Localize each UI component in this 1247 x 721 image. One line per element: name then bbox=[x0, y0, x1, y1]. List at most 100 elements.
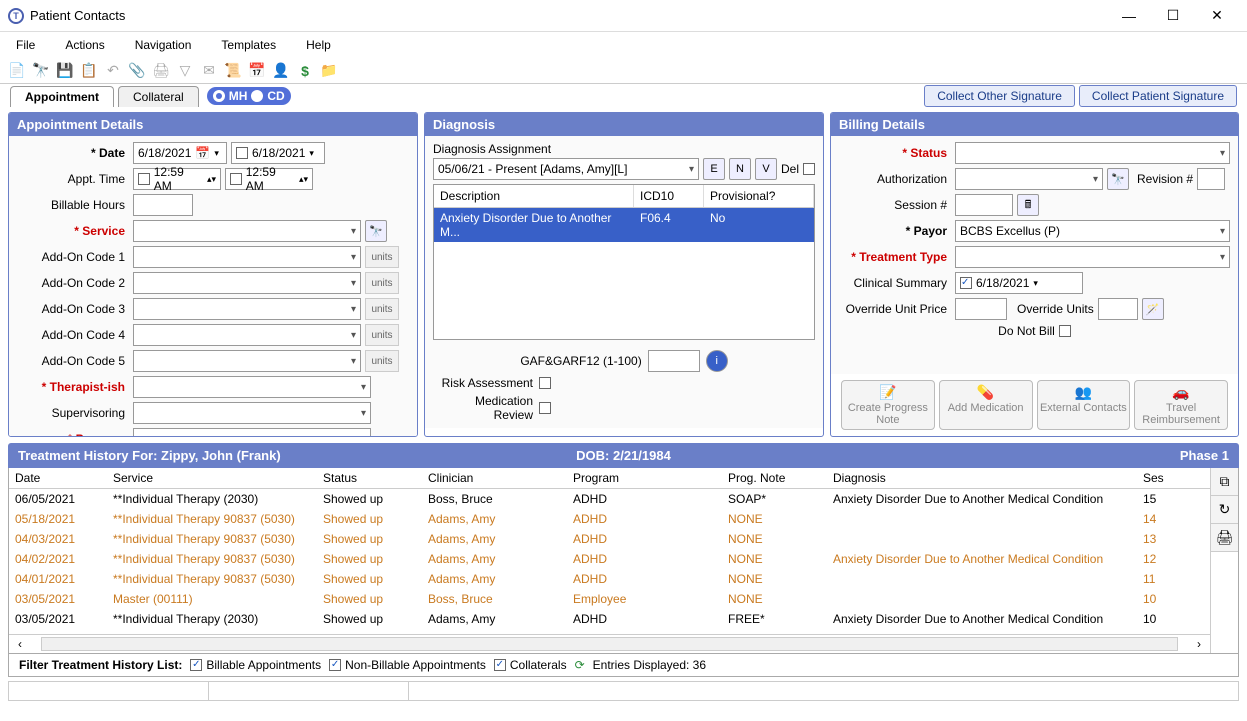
treatment-type-dropdown[interactable] bbox=[955, 246, 1230, 268]
tab-collateral[interactable]: Collateral bbox=[118, 86, 199, 107]
hist-col-program[interactable]: Program bbox=[567, 468, 722, 488]
user-search-icon[interactable]: 👤 bbox=[272, 62, 290, 80]
date-from-input[interactable]: 6/18/2021📅▾ bbox=[133, 142, 227, 164]
table-row[interactable]: 03/05/2021Master (00111)Showed upBoss, B… bbox=[9, 589, 1210, 609]
minimize-button[interactable]: — bbox=[1107, 2, 1151, 30]
authorization-dropdown[interactable] bbox=[955, 168, 1103, 190]
session-input[interactable] bbox=[955, 194, 1013, 216]
copy-icon[interactable]: 📋 bbox=[80, 62, 98, 80]
table-row[interactable]: 04/03/2021**Individual Therapy 90837 (50… bbox=[9, 529, 1210, 549]
date-to-input[interactable]: 6/18/2021▾ bbox=[231, 142, 325, 164]
table-row[interactable]: 02/24/2021Webinar Example (13579)Showed … bbox=[9, 629, 1210, 634]
risk-assessment-checkbox[interactable] bbox=[539, 377, 551, 389]
table-row[interactable]: 06/05/2021**Individual Therapy (2030)Sho… bbox=[9, 489, 1210, 509]
addon2-dropdown[interactable] bbox=[133, 272, 361, 294]
table-row[interactable]: 03/05/2021**Individual Therapy (2030)Sho… bbox=[9, 609, 1210, 629]
attach-icon[interactable]: 📎 bbox=[128, 62, 146, 80]
radio-cd[interactable] bbox=[251, 90, 263, 102]
service-dropdown[interactable] bbox=[133, 220, 361, 242]
service-search-icon[interactable]: 🔭 bbox=[365, 220, 387, 242]
addon2-units[interactable]: units bbox=[365, 272, 399, 294]
summary-checkbox[interactable]: ✓ bbox=[960, 277, 972, 289]
diagnosis-del-checkbox[interactable] bbox=[803, 163, 815, 175]
time-from-checkbox[interactable] bbox=[138, 173, 150, 185]
date-to-checkbox[interactable] bbox=[236, 147, 248, 159]
hist-col-session[interactable]: Ses bbox=[1137, 468, 1175, 488]
table-row[interactable]: 05/18/2021**Individual Therapy 90837 (50… bbox=[9, 509, 1210, 529]
diag-col-description[interactable]: Description bbox=[434, 185, 634, 207]
mail-icon[interactable]: ✉ bbox=[200, 62, 218, 80]
override-wand-icon[interactable]: 🪄 bbox=[1142, 298, 1164, 320]
undo-icon[interactable]: ↶ bbox=[104, 62, 122, 80]
history-copy-icon[interactable]: ⧉ bbox=[1211, 468, 1238, 496]
gaf-info-icon[interactable]: i bbox=[706, 350, 728, 372]
save-icon[interactable]: 💾 bbox=[56, 62, 74, 80]
hist-col-diagnosis[interactable]: Diagnosis bbox=[827, 468, 1137, 488]
menu-actions[interactable]: Actions bbox=[59, 36, 110, 54]
scroll-right-icon[interactable]: › bbox=[1192, 637, 1206, 651]
time-from-input[interactable]: 12:59 AM▴▾ bbox=[133, 168, 221, 190]
calendar-add-icon[interactable]: 📅 bbox=[248, 62, 266, 80]
medication-review-checkbox[interactable] bbox=[539, 402, 551, 414]
script-icon[interactable]: 📜 bbox=[224, 62, 242, 80]
addon3-units[interactable]: units bbox=[365, 298, 399, 320]
session-calc-icon[interactable]: 🖩 bbox=[1017, 194, 1039, 216]
diagnosis-e-button[interactable]: E bbox=[703, 158, 725, 180]
clinical-summary-date[interactable]: ✓6/18/2021▾ bbox=[955, 272, 1083, 294]
filter-nonbillable[interactable]: Non-Billable Appointments bbox=[329, 658, 486, 672]
maximize-button[interactable]: ☐ bbox=[1151, 2, 1195, 30]
menu-templates[interactable]: Templates bbox=[215, 36, 282, 54]
diagnosis-v-button[interactable]: V bbox=[755, 158, 777, 180]
revision-input[interactable] bbox=[1197, 168, 1225, 190]
menu-help[interactable]: Help bbox=[300, 36, 337, 54]
scroll-left-icon[interactable]: ‹ bbox=[13, 637, 27, 651]
external-contacts-button[interactable]: 👥External Contacts bbox=[1037, 380, 1131, 430]
binoculars-icon[interactable]: 🔭 bbox=[32, 62, 50, 80]
addon4-units[interactable]: units bbox=[365, 324, 399, 346]
add-medication-button[interactable]: 💊Add Medication bbox=[939, 380, 1033, 430]
close-button[interactable]: ✕ bbox=[1195, 2, 1239, 30]
filter-collaterals[interactable]: Collaterals bbox=[494, 658, 567, 672]
time-to-input[interactable]: 12:59 AM▴▾ bbox=[225, 168, 313, 190]
hist-col-service[interactable]: Service bbox=[107, 468, 317, 488]
history-hscrollbar[interactable]: ‹ › bbox=[9, 634, 1210, 653]
diagnosis-row[interactable]: Anxiety Disorder Due to Another M... F06… bbox=[434, 208, 814, 242]
collect-other-signature-button[interactable]: Collect Other Signature bbox=[924, 85, 1075, 107]
history-refresh-icon[interactable]: ↻ bbox=[1211, 496, 1238, 524]
status-dropdown[interactable] bbox=[955, 142, 1230, 164]
filter-billable[interactable]: Billable Appointments bbox=[190, 658, 321, 672]
program-dropdown[interactable] bbox=[133, 428, 371, 437]
override-price-input[interactable] bbox=[955, 298, 1007, 320]
create-progress-note-button[interactable]: 📝Create Progress Note bbox=[841, 380, 935, 430]
diag-col-provisional[interactable]: Provisional? bbox=[704, 185, 814, 207]
addon4-dropdown[interactable] bbox=[133, 324, 361, 346]
authorization-search-icon[interactable]: 🔭 bbox=[1107, 168, 1129, 190]
new-doc-icon[interactable]: 📄 bbox=[8, 62, 26, 80]
tab-appointment[interactable]: Appointment bbox=[10, 86, 114, 107]
hist-col-date[interactable]: Date bbox=[9, 468, 107, 488]
time-to-checkbox[interactable] bbox=[230, 173, 242, 185]
radio-mh[interactable] bbox=[213, 90, 225, 102]
do-not-bill-checkbox[interactable] bbox=[1059, 325, 1071, 337]
addon5-dropdown[interactable] bbox=[133, 350, 361, 372]
money-icon[interactable]: $ bbox=[296, 62, 314, 80]
filter-refresh-icon[interactable]: ⟳ bbox=[575, 658, 585, 672]
table-row[interactable]: 04/02/2021**Individual Therapy 90837 (50… bbox=[9, 549, 1210, 569]
addon3-dropdown[interactable] bbox=[133, 298, 361, 320]
therapist-dropdown[interactable] bbox=[133, 376, 371, 398]
menu-file[interactable]: File bbox=[10, 36, 41, 54]
gaf-input[interactable] bbox=[648, 350, 700, 372]
print-icon[interactable]: 🖨 bbox=[152, 62, 170, 80]
addon1-dropdown[interactable] bbox=[133, 246, 361, 268]
history-print-icon[interactable]: 🖨 bbox=[1211, 524, 1238, 552]
addon1-units[interactable]: units bbox=[365, 246, 399, 268]
diag-col-icd10[interactable]: ICD10 bbox=[634, 185, 704, 207]
addon5-units[interactable]: units bbox=[365, 350, 399, 372]
scroll-track[interactable] bbox=[41, 637, 1178, 651]
folder-icon[interactable]: 📁 bbox=[320, 62, 338, 80]
hist-col-status[interactable]: Status bbox=[317, 468, 422, 488]
filter-icon[interactable]: ▽ bbox=[176, 62, 194, 80]
travel-reimbursement-button[interactable]: 🚗Travel Reimbursement bbox=[1134, 380, 1228, 430]
hist-col-prognote[interactable]: Prog. Note bbox=[722, 468, 827, 488]
supervisoring-dropdown[interactable] bbox=[133, 402, 371, 424]
